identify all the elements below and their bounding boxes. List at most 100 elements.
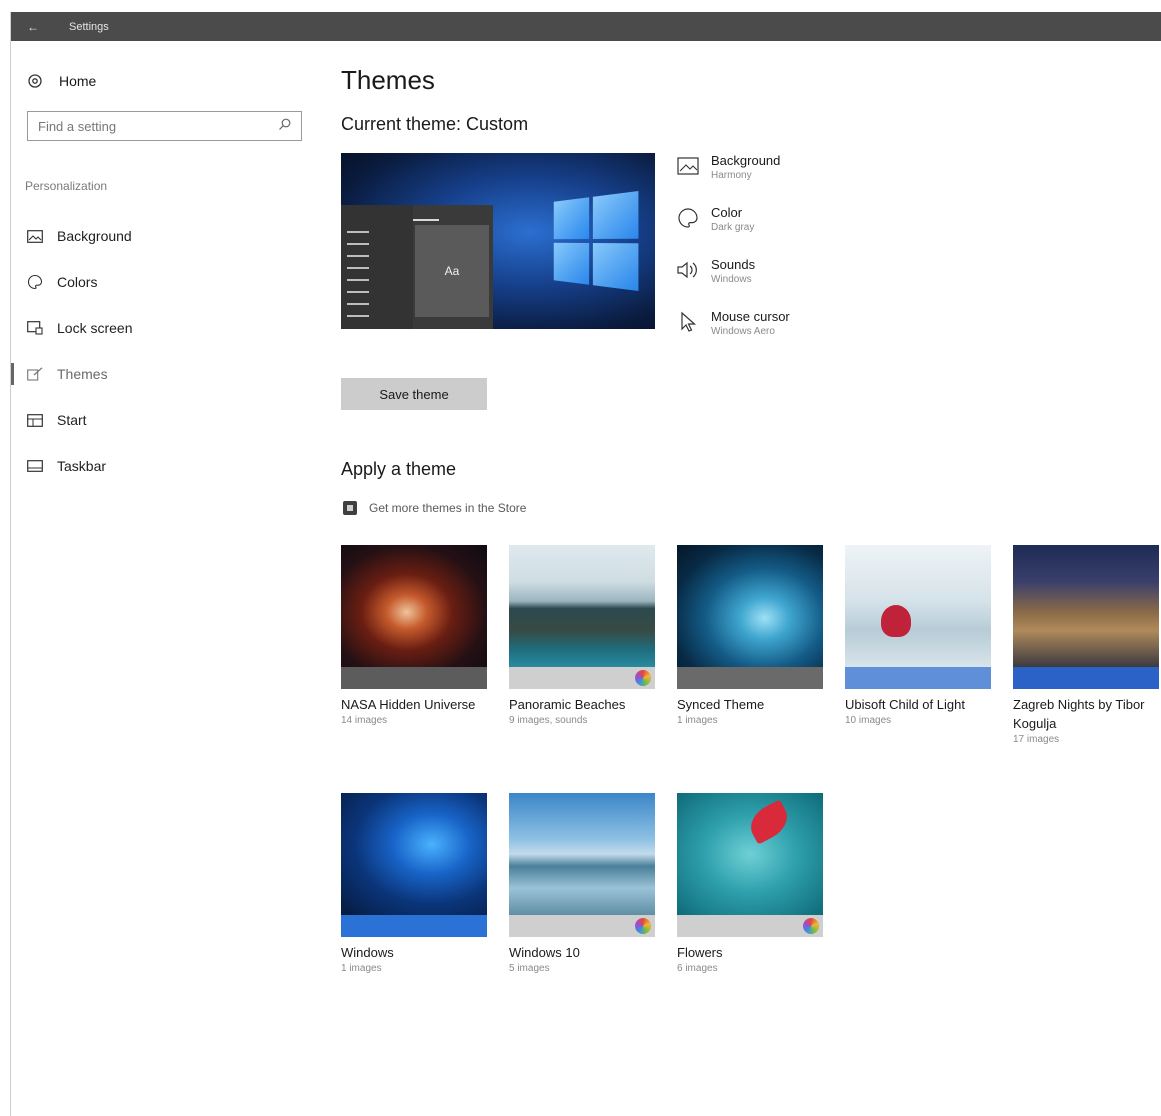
sidebar-item-start[interactable]: Start bbox=[11, 397, 311, 443]
property-label: Background bbox=[711, 153, 781, 168]
sidebar-item-label: Taskbar bbox=[57, 458, 107, 474]
theme-count: 1 images bbox=[341, 963, 382, 974]
page-title: Themes bbox=[341, 65, 435, 95]
theme-name: Windows 10 bbox=[509, 945, 580, 960]
sidebar-item-lock-screen[interactable]: Lock screen bbox=[11, 305, 311, 351]
theme-count: 6 images bbox=[677, 963, 718, 974]
theme-count: 14 images bbox=[341, 715, 388, 726]
property-sounds[interactable]: Sounds Windows bbox=[675, 257, 875, 309]
theme-name: Ubisoft Child of Light bbox=[845, 697, 965, 712]
theme-preview: Aa bbox=[341, 153, 655, 329]
sidebar-item-label: Themes bbox=[57, 366, 108, 382]
sidebar-item-label: Start bbox=[57, 412, 87, 428]
sidebar-item-label: Background bbox=[57, 228, 132, 244]
theme-card[interactable]: Windows 1 images bbox=[341, 793, 487, 976]
theme-thumbnail bbox=[677, 793, 823, 915]
theme-count: 9 images, sounds bbox=[509, 715, 588, 726]
theme-card[interactable]: Ubisoft Child of Light 10 images bbox=[845, 545, 991, 728]
sidebar-item-background[interactable]: Background bbox=[11, 213, 311, 259]
theme-card[interactable]: Zagreb Nights by Tibor Kogulja 17 images bbox=[1013, 545, 1159, 747]
search-input[interactable] bbox=[38, 118, 258, 134]
theme-name: NASA Hidden Universe bbox=[341, 697, 476, 712]
theme-card[interactable]: Windows 10 5 images bbox=[509, 793, 655, 976]
theme-card[interactable]: Panoramic Beaches 9 images, sounds bbox=[509, 545, 655, 728]
theme-card[interactable]: Flowers 6 images bbox=[677, 793, 823, 976]
theme-name: Flowers bbox=[677, 945, 723, 960]
sidebar-item-label: Colors bbox=[57, 274, 98, 290]
home-label: Home bbox=[59, 73, 97, 89]
theme-color-bar bbox=[677, 915, 823, 937]
personalization-label: Personalization bbox=[25, 179, 108, 193]
property-value: Dark gray bbox=[711, 222, 755, 233]
sidebar: Home Personalization Background Colors bbox=[11, 41, 311, 1116]
taskbar-icon bbox=[25, 456, 45, 476]
speaker-icon bbox=[675, 257, 701, 283]
theme-card[interactable]: NASA Hidden Universe 14 images bbox=[341, 545, 487, 728]
sidebar-item-themes[interactable]: Themes bbox=[11, 351, 311, 397]
brush-icon bbox=[25, 364, 45, 384]
sidebar-nav: Background Colors Lock screen Themes Sta… bbox=[11, 213, 311, 489]
preview-tile: Aa bbox=[413, 219, 489, 317]
theme-count: 1 images bbox=[677, 715, 718, 726]
theme-color-bar bbox=[509, 667, 655, 689]
lock-screen-icon bbox=[25, 318, 45, 338]
home-link[interactable]: Home bbox=[25, 71, 96, 91]
windows-logo-icon bbox=[553, 190, 639, 292]
back-arrow-icon: ← bbox=[27, 19, 39, 34]
start-icon bbox=[25, 410, 45, 430]
apply-theme-heading: Apply a theme bbox=[341, 459, 457, 479]
theme-count: 17 images bbox=[1013, 734, 1060, 745]
color-wheel-icon bbox=[635, 918, 651, 934]
theme-color-bar bbox=[1013, 667, 1159, 689]
current-theme-heading: Current theme: Custom bbox=[341, 114, 529, 134]
theme-thumbnail bbox=[677, 545, 823, 667]
title-bar: ← Settings bbox=[11, 12, 1161, 41]
sidebar-item-label: Lock screen bbox=[57, 320, 133, 336]
palette-icon bbox=[25, 272, 45, 292]
window-title: Settings bbox=[69, 20, 109, 33]
theme-color-bar bbox=[341, 915, 487, 937]
sidebar-item-colors[interactable]: Colors bbox=[11, 259, 311, 305]
home-gear-icon bbox=[25, 71, 45, 91]
theme-name: Zagreb Nights by Tibor Kogulja bbox=[1013, 697, 1145, 731]
store-link-label: Get more themes in the Store bbox=[369, 501, 527, 515]
preview-start-menu: Aa bbox=[341, 205, 493, 329]
palette-icon bbox=[675, 205, 701, 231]
theme-thumbnail bbox=[341, 793, 487, 915]
theme-count: 5 images bbox=[509, 963, 550, 974]
property-color[interactable]: Color Dark gray bbox=[675, 205, 875, 257]
property-label: Mouse cursor bbox=[711, 309, 790, 324]
property-label: Sounds bbox=[711, 257, 756, 272]
property-mouse-cursor[interactable]: Mouse cursor Windows Aero bbox=[675, 309, 875, 361]
store-icon bbox=[343, 501, 357, 515]
property-label: Color bbox=[711, 205, 743, 220]
property-value: Windows bbox=[711, 274, 752, 285]
property-value: Windows Aero bbox=[711, 326, 775, 337]
theme-count: 10 images bbox=[845, 715, 892, 726]
theme-name: Windows bbox=[341, 945, 394, 960]
search-icon[interactable] bbox=[278, 118, 291, 134]
theme-thumbnail bbox=[509, 793, 655, 915]
theme-thumbnail bbox=[1013, 545, 1159, 667]
theme-thumbnail bbox=[845, 545, 991, 667]
theme-color-bar bbox=[509, 915, 655, 937]
back-button[interactable]: ← bbox=[11, 12, 55, 41]
image-icon bbox=[25, 226, 45, 246]
theme-thumbnail bbox=[341, 545, 487, 667]
property-background[interactable]: Background Harmony bbox=[675, 153, 875, 205]
cursor-icon bbox=[675, 309, 701, 335]
theme-name: Panoramic Beaches bbox=[509, 697, 626, 712]
color-wheel-icon bbox=[635, 670, 651, 686]
theme-thumbnail bbox=[509, 545, 655, 667]
search-box[interactable] bbox=[27, 111, 302, 141]
preview-menu-rail bbox=[341, 205, 413, 329]
theme-color-bar bbox=[845, 667, 991, 689]
theme-properties: Background Harmony Color Dark gray Sound… bbox=[675, 153, 875, 361]
theme-card[interactable]: Synced Theme 1 images bbox=[677, 545, 823, 728]
theme-name: Synced Theme bbox=[677, 697, 765, 712]
theme-color-bar bbox=[677, 667, 823, 689]
save-theme-button[interactable]: Save theme bbox=[341, 378, 487, 410]
sidebar-item-taskbar[interactable]: Taskbar bbox=[11, 443, 311, 489]
store-link[interactable]: Get more themes in the Store bbox=[343, 501, 526, 515]
settings-window: ← Settings Home Personalization Backgrou… bbox=[10, 12, 1161, 1116]
